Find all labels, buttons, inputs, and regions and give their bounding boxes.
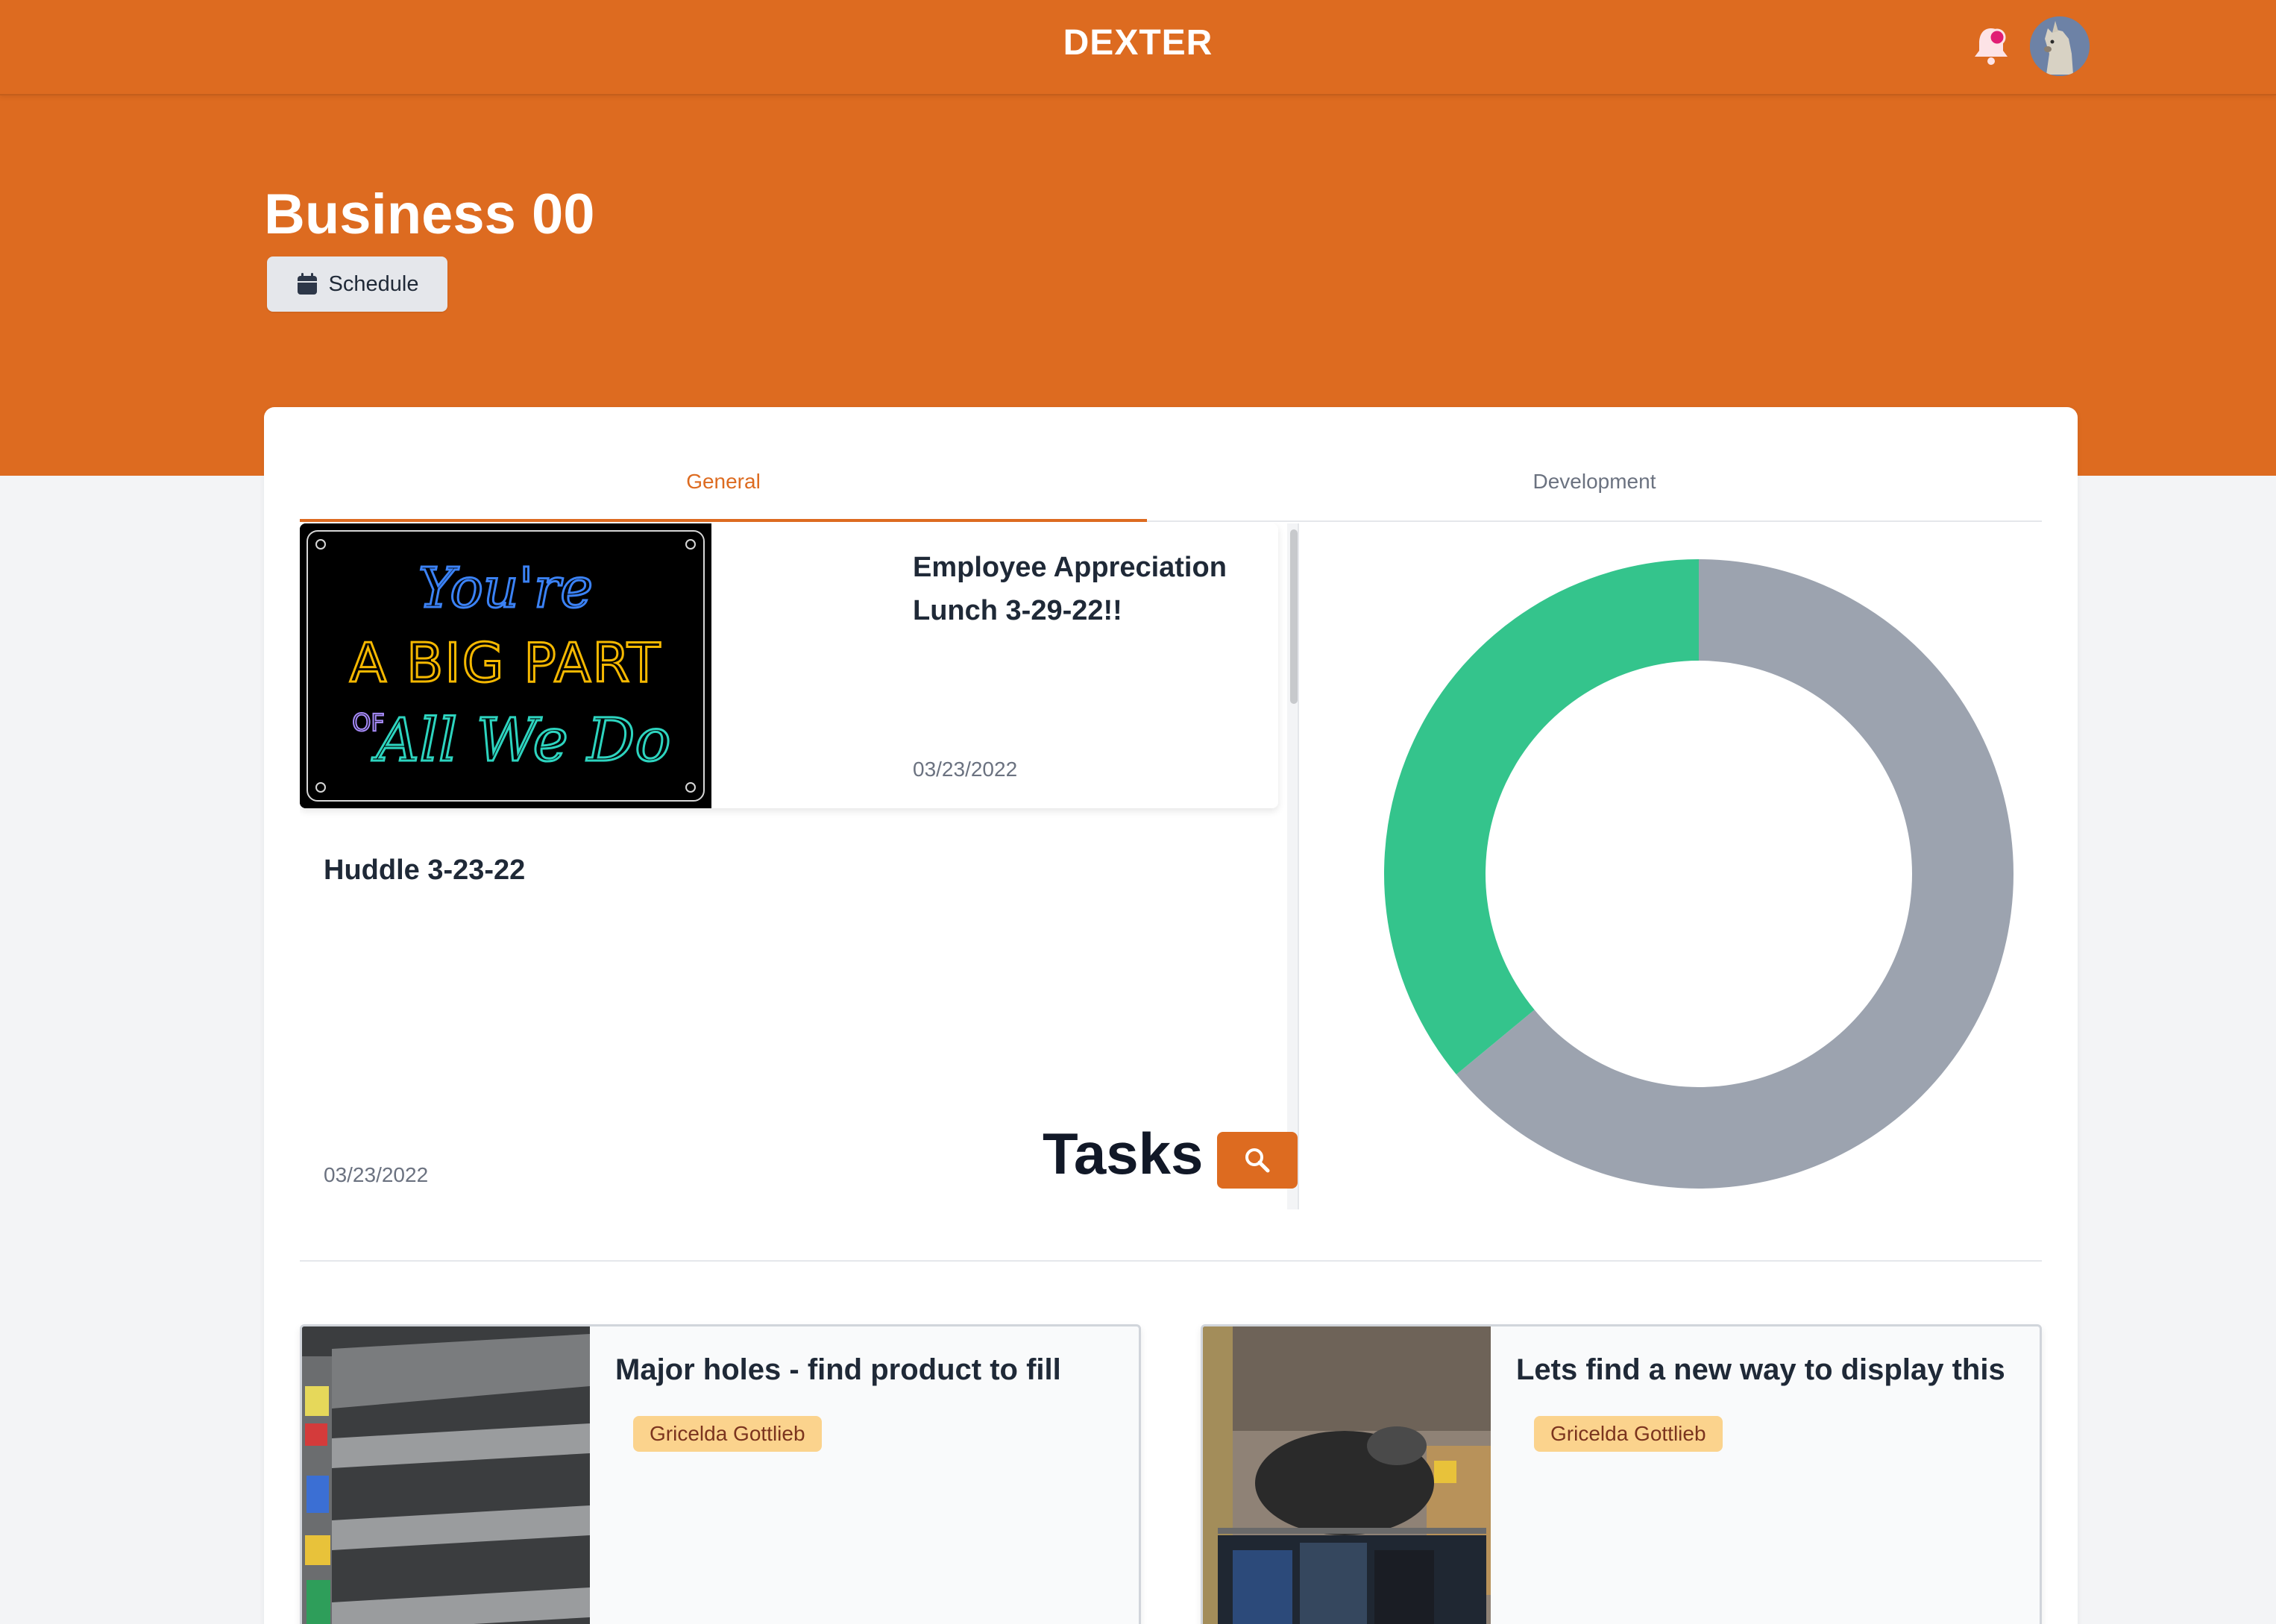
post-date: 03/23/2022 xyxy=(324,1163,429,1186)
image-line-4: All We Do xyxy=(371,705,670,775)
post-feed[interactable]: You're A BIG PART OF All We Do Employee … xyxy=(300,523,1299,1209)
active-tab-indicator xyxy=(300,519,1147,522)
post-date: 03/23/2022 xyxy=(913,758,1018,781)
image-line-2: A BIG PART xyxy=(350,632,661,694)
main-card: General Development You're A BIG PART OF… xyxy=(264,407,2078,1624)
task-title[interactable]: Lets find a new way to display this xyxy=(1516,1353,2005,1387)
tasks-heading: Tasks xyxy=(1043,1121,1204,1186)
tab-divider xyxy=(1147,520,2042,522)
top-navbar: DEXTER xyxy=(0,0,2276,95)
scrollbar-thumb[interactable] xyxy=(1290,529,1298,704)
assignee-badge: Gricelda Gottlieb xyxy=(1534,1416,1723,1452)
page-title: Business 00 xyxy=(264,183,595,246)
image-line-1: You're xyxy=(418,556,593,620)
post-title[interactable]: Employee Appreciation Lunch 3-29-22!! xyxy=(913,546,1256,632)
task-card[interactable]: Major holes - find product to fill Grice… xyxy=(300,1324,1141,1624)
task-image-clothing-rack xyxy=(1203,1326,1491,1624)
search-icon xyxy=(1245,1148,1270,1173)
feed-scrollbar[interactable] xyxy=(1287,523,1298,1209)
post-card[interactable]: You're A BIG PART OF All We Do Employee … xyxy=(300,523,1278,808)
brand-title: DEXTER xyxy=(1063,23,1213,63)
tab-development[interactable]: Development xyxy=(1147,470,2042,494)
task-card[interactable]: Lets find a new way to display this Gric… xyxy=(1201,1324,2042,1624)
section-divider xyxy=(300,1260,2042,1262)
post-image: You're A BIG PART OF All We Do xyxy=(300,523,711,808)
bell-icon[interactable] xyxy=(1970,22,2012,67)
task-image-empty-shelves xyxy=(302,1326,590,1624)
calendar-icon xyxy=(297,273,317,295)
schedule-button[interactable]: Schedule xyxy=(267,256,447,312)
donut-segment-green xyxy=(1384,559,1699,1074)
task-title[interactable]: Major holes - find product to fill xyxy=(615,1353,1061,1387)
schedule-label: Schedule xyxy=(328,271,419,296)
assignee-badge: Gricelda Gottlieb xyxy=(633,1416,822,1452)
user-avatar[interactable] xyxy=(2030,16,2090,76)
tasks-search-button[interactable] xyxy=(1217,1132,1298,1189)
post-title[interactable]: Huddle 3-23-22 xyxy=(324,849,525,892)
donut-chart xyxy=(1384,559,2013,1189)
tab-general[interactable]: General xyxy=(300,470,1147,494)
